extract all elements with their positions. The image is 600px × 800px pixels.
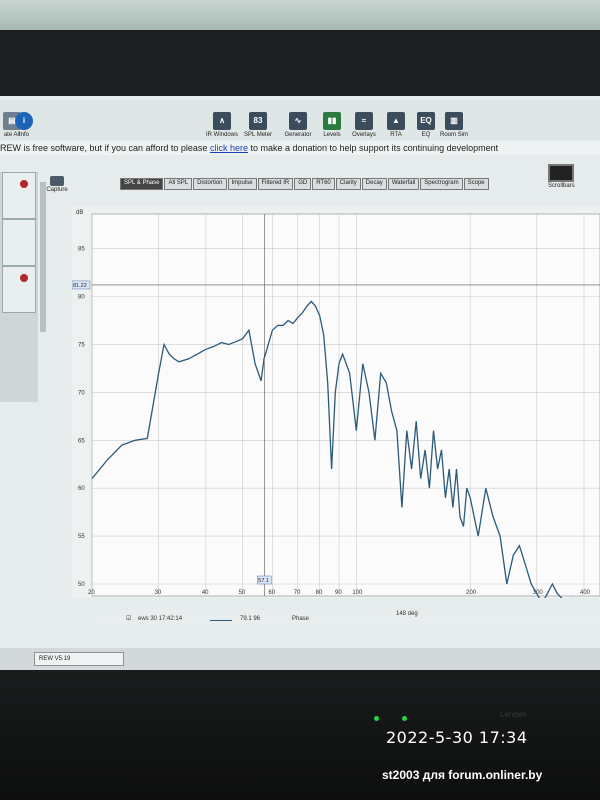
- legend-swatch: [210, 620, 232, 621]
- x-tick-label: 30: [155, 590, 162, 596]
- legend-phase-label: Phase: [292, 616, 310, 622]
- spl-graph[interactable]: 505560657075808520 30 40 50 60 70 80 90 100 200 30…: [72, 206, 600, 598]
- room-sim-icon: ▥: [445, 112, 463, 130]
- tab-gd[interactable]: GD: [294, 178, 312, 190]
- panel-scrollbar[interactable]: [40, 182, 46, 332]
- measurement-panel: [0, 172, 46, 402]
- main-toolbar: ▤ ate All i Info ∧ IR Windows 83 SPL Met…: [0, 100, 600, 140]
- rta-icon: ▲: [387, 112, 405, 130]
- x-tick-label: 20: [88, 590, 95, 596]
- info-icon: i: [15, 112, 33, 130]
- close-icon[interactable]: [20, 274, 28, 282]
- legend-right-label: 148 deg: [396, 611, 418, 617]
- capture-button[interactable]: Capture: [44, 176, 70, 193]
- y-tick-label: 50: [78, 582, 85, 588]
- legend-checkbox[interactable]: ☑: [126, 615, 131, 622]
- monitor-brand: Lenovo: [500, 710, 527, 719]
- tab-rt60[interactable]: RT60: [312, 178, 335, 190]
- y-tick-label: 65: [78, 438, 85, 444]
- tab-waterfall[interactable]: Waterfall: [387, 178, 420, 190]
- generator-icon: ∿: [289, 112, 307, 130]
- close-icon[interactable]: [20, 180, 28, 188]
- tab-all-spl[interactable]: All SPL: [164, 178, 193, 190]
- scrollbars-icon[interactable]: [548, 164, 575, 182]
- measurement-item[interactable]: [2, 219, 36, 266]
- photo-watermark: st2003 для forum.onliner.by: [382, 768, 543, 782]
- ir-windows-icon: ∧: [213, 112, 231, 130]
- spl-meter-button[interactable]: 83 SPL Meter: [238, 112, 278, 138]
- trace-legend: ☑ ews 30 17:42:14 79.1 96 Phase 148 deg: [96, 610, 600, 630]
- taskbar-item-rew[interactable]: REW V5.19: [34, 652, 124, 666]
- tab-filtered-ir[interactable]: Filtered IR: [257, 178, 294, 190]
- x-tick-label: 90: [335, 590, 342, 596]
- power-led-icon: [374, 716, 379, 721]
- tab-impulse[interactable]: Impulse: [227, 178, 257, 190]
- x-tick-label: 80: [316, 590, 323, 596]
- tab-spl-phase[interactable]: SPL & Phase: [120, 178, 164, 190]
- tab-clarity[interactable]: Clarity: [335, 178, 361, 190]
- monitor-bezel-top: [0, 30, 600, 100]
- room-sim-button[interactable]: ▥ Room Sim: [434, 112, 474, 138]
- y-tick-label: 60: [78, 486, 85, 492]
- levels-icon: ▮▮: [323, 112, 341, 130]
- ir-windows-button[interactable]: ∧ IR Windows: [202, 112, 242, 138]
- x-tick-label: 60: [268, 590, 275, 596]
- x-tick-label: 70: [294, 590, 301, 596]
- legend-trace-name: ews 30 17:42:14: [138, 616, 183, 622]
- camera-icon: [50, 176, 64, 186]
- donation-link[interactable]: click here: [210, 143, 248, 153]
- tab-scope[interactable]: Scope: [463, 178, 489, 190]
- spl-meter-icon: 83: [249, 112, 267, 130]
- tab-distortion[interactable]: Distortion: [193, 178, 227, 190]
- taskbar: REW V5.19: [0, 648, 600, 670]
- tab-decay[interactable]: Decay: [361, 178, 387, 190]
- donation-banner: REW is free software, but if you can aff…: [0, 141, 600, 155]
- x-tick-label: 40: [202, 590, 209, 596]
- graph-options: Scrollbars: [548, 164, 575, 189]
- y-axis-unit: dB: [76, 210, 83, 216]
- legend-value: 79.1 96: [240, 616, 261, 622]
- overlays-icon: ≈: [355, 112, 373, 130]
- cursor-y-readout: 81.22: [73, 283, 87, 289]
- status-led-icon: [402, 716, 407, 721]
- x-tick-label: 100: [352, 590, 363, 596]
- x-tick-label: 400: [580, 590, 591, 596]
- rew-window: ▤ ate All i Info ∧ IR Windows 83 SPL Met…: [0, 96, 600, 670]
- measurement-item[interactable]: [2, 266, 36, 313]
- measurement-item[interactable]: [2, 172, 36, 219]
- y-tick-label: 55: [78, 534, 85, 540]
- y-tick-label: 75: [78, 343, 85, 349]
- x-tick-label: 200: [466, 590, 477, 596]
- photo-timestamp: 2022-5-30 17:34: [386, 728, 528, 747]
- info-button[interactable]: i Info: [4, 112, 44, 138]
- graph-tabs: SPL & Phase All SPL Distortion Impulse Filte…: [120, 178, 490, 190]
- y-tick-label: 85: [78, 247, 85, 253]
- y-tick-label: 70: [78, 390, 85, 396]
- window-titlebar: [0, 0, 600, 30]
- eq-icon: EQ: [417, 112, 435, 130]
- cursor-x-readout: 57.1: [258, 578, 269, 584]
- tab-spectrogram[interactable]: Spectrogram: [420, 178, 463, 190]
- x-tick-label: 50: [238, 590, 245, 596]
- y-tick-label: 80: [78, 295, 85, 301]
